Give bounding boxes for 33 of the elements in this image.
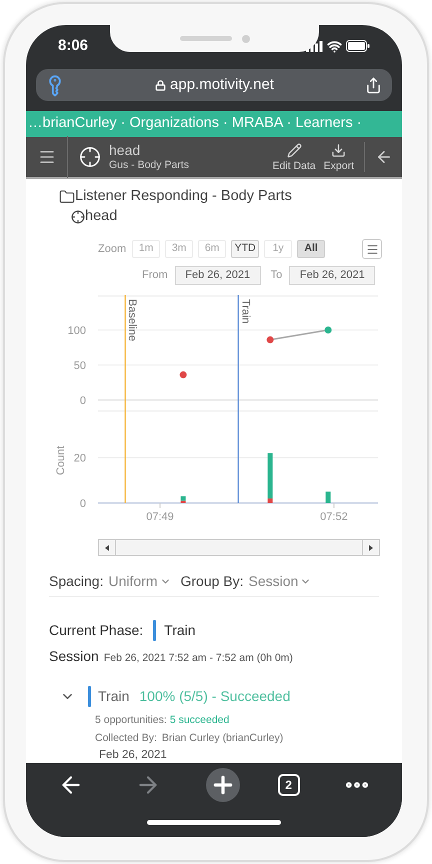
session-label: Session [49, 647, 99, 666]
axis-tick-label: 100 [68, 325, 86, 337]
axis-title: Count [55, 446, 67, 476]
target-name: head [85, 207, 118, 226]
url-text: app.motivity.net [170, 74, 274, 95]
axis-tick-label: 07:52 [320, 511, 348, 523]
axis-tick-label: 0 [80, 395, 86, 407]
axis-tick-label: 0 [80, 498, 86, 510]
option-label: Spacing: [49, 572, 104, 591]
header-title: head [109, 143, 142, 158]
phase-name: Train [98, 686, 130, 706]
program-title: Listener Responding - Body Parts [75, 187, 292, 206]
opportunities-text: 5 opportunities: [95, 713, 167, 728]
status-time: 8:06 [58, 36, 88, 56]
zoom-label: Zoom [98, 242, 126, 257]
phase-result: 100% (5/5) - Succeeded [139, 686, 290, 706]
axis-tick-label: 20 [74, 452, 86, 465]
to-label: To [270, 268, 282, 283]
succeeded-count: 5 succeeded [170, 713, 230, 728]
phase-label: Train [239, 299, 252, 324]
header-subtitle: Gus - Body Parts [109, 160, 189, 171]
axis-tick-label: 07:49 [146, 511, 174, 523]
session-time: Feb 26, 2021 7:52 am - 7:52 am (0h 0m) [104, 651, 293, 666]
session-date: Feb 26, 2021 [99, 748, 168, 762]
from-label: From [142, 268, 168, 283]
breadcrumb-text: …brianCurley · Organizations · MRABA · Learners · [28, 114, 362, 134]
collector-name: Brian Curley (brianCurley) [162, 731, 284, 746]
axis-tick-label: 50 [74, 360, 86, 372]
current-phase-label: Current Phase: [49, 620, 144, 640]
phase-label: Baseline [126, 299, 138, 342]
current-phase-name: Train [164, 620, 196, 640]
option-label: Group By: [180, 572, 244, 591]
collected-by-label: Collected By: [95, 731, 157, 746]
